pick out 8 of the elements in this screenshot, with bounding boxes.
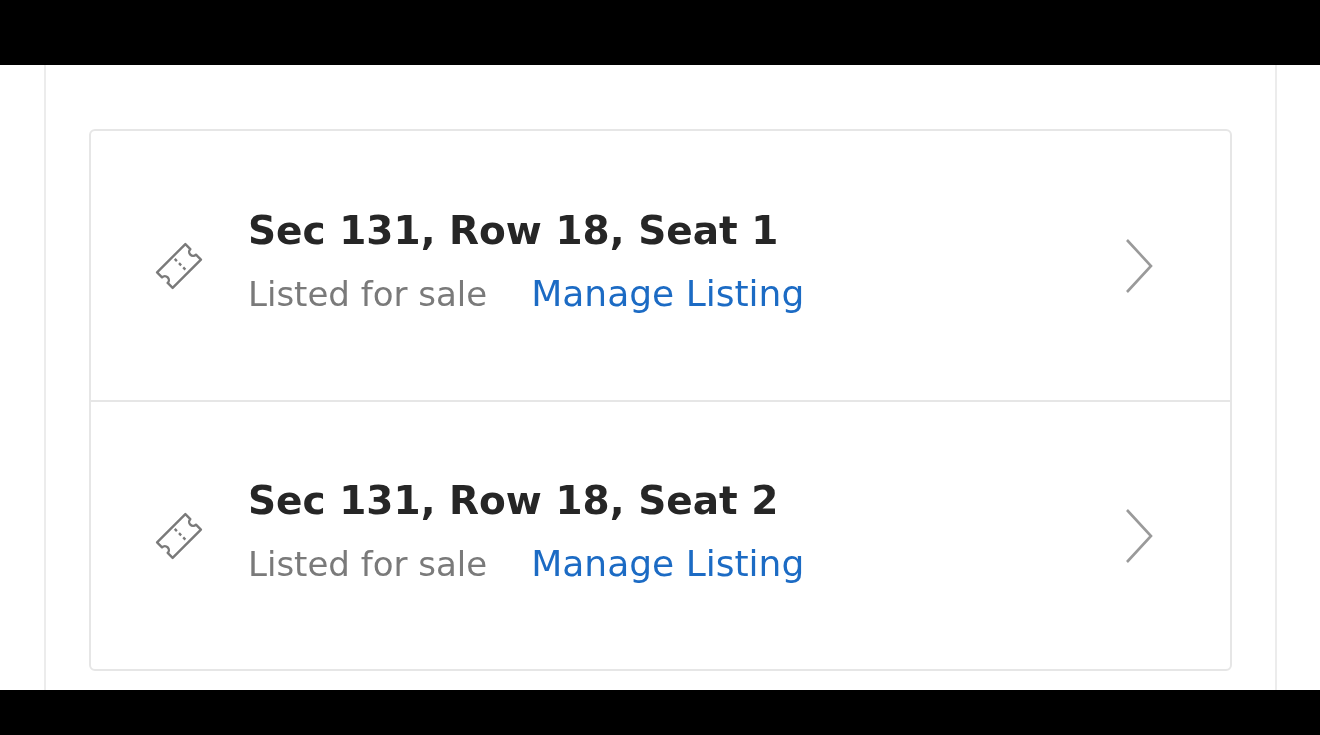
seat-title: Sec 131, Row 18, Seat 2 [248, 480, 780, 523]
listing-status: Listed for sale [248, 272, 488, 316]
seat-title: Sec 131, Row 18, Seat 1 [248, 210, 780, 253]
ticket-row[interactable]: Sec 131, Row 18, Seat 1 Listed for sale Manage Listing [91, 131, 1230, 400]
manage-listing-link[interactable]: Manage Listing [531, 536, 805, 591]
ticket-row[interactable]: Sec 131, Row 18, Seat 2 Listed for sale Manage Listing [91, 400, 1230, 669]
listing-status: Listed for sale [248, 542, 488, 586]
manage-listing-link[interactable]: Manage Listing [531, 266, 805, 321]
